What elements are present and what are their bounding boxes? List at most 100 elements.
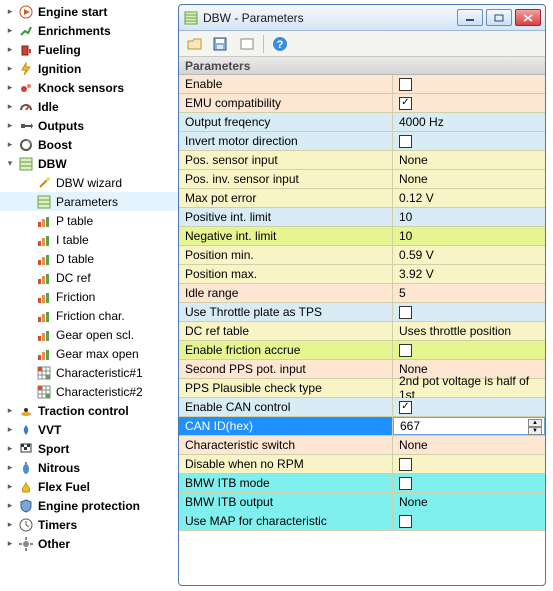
tree-item-vvt[interactable]: ▸ VVT: [0, 420, 178, 439]
param-value-text[interactable]: 667: [400, 419, 420, 433]
snapshot-button[interactable]: [237, 34, 257, 54]
tree-item-characteristic-1[interactable]: Characteristic#1: [0, 363, 178, 382]
checkbox[interactable]: [399, 306, 412, 319]
tree-item-fueling[interactable]: ▸Fueling: [0, 40, 178, 59]
tree-item-boost[interactable]: ▸Boost: [0, 135, 178, 154]
tree-item-label: VVT: [38, 423, 61, 437]
chevron-right-icon[interactable]: ▸: [4, 120, 16, 132]
knock-icon: [18, 80, 34, 96]
tree-item-dbw-wizard[interactable]: DBW wizard: [0, 173, 178, 192]
table-icon: [36, 346, 52, 362]
spin-buttons[interactable]: ▲▼: [528, 419, 542, 433]
param-value[interactable]: [393, 512, 545, 530]
chevron-right-icon[interactable]: ▸: [4, 6, 16, 18]
tree-item-characteristic-2[interactable]: Characteristic#2: [0, 382, 178, 401]
help-button[interactable]: ?: [270, 34, 290, 54]
chevron-right-icon[interactable]: ▸: [4, 519, 16, 531]
chevron-right-icon[interactable]: ▸: [4, 82, 16, 94]
param-value[interactable]: 2nd pot voltage is half of 1st: [393, 379, 545, 397]
param-row: CAN ID(hex)667▲▼: [179, 417, 545, 436]
param-value[interactable]: 5: [393, 284, 545, 302]
param-value[interactable]: [393, 455, 545, 473]
tree-item-p-table[interactable]: P table: [0, 211, 178, 230]
param-value[interactable]: None: [393, 493, 545, 511]
param-value[interactable]: 0.12 V: [393, 189, 545, 207]
tree-item-sport[interactable]: ▸Sport: [0, 439, 178, 458]
checkbox[interactable]: [399, 458, 412, 471]
tree-item-engine-start[interactable]: ▸ Engine start: [0, 2, 178, 21]
param-value[interactable]: [393, 303, 545, 321]
param-value[interactable]: None: [393, 151, 545, 169]
open-button[interactable]: [185, 34, 205, 54]
param-value[interactable]: 4000 Hz: [393, 113, 545, 131]
param-value[interactable]: Uses throttle position: [393, 322, 545, 340]
tree-item-label: Engine start: [38, 5, 107, 19]
chevron-right-icon[interactable]: ▸: [4, 63, 16, 75]
tree-item-ignition[interactable]: ▸Ignition: [0, 59, 178, 78]
tree-item-timers[interactable]: ▸Timers: [0, 515, 178, 534]
chevron-right-icon[interactable]: ▸: [4, 462, 16, 474]
param-label: Characteristic switch: [179, 436, 393, 454]
param-value[interactable]: [393, 341, 545, 359]
chevron-right-icon[interactable]: ▸: [4, 405, 16, 417]
tree-item-other[interactable]: ▸Other: [0, 534, 178, 553]
tree-item-i-table[interactable]: I table: [0, 230, 178, 249]
tree-item-dc-ref[interactable]: DC ref: [0, 268, 178, 287]
checkbox[interactable]: ✓: [399, 97, 412, 110]
param-value[interactable]: None: [393, 436, 545, 454]
param-value[interactable]: 0.59 V: [393, 246, 545, 264]
close-button[interactable]: [515, 9, 541, 26]
param-value[interactable]: ✓: [393, 398, 545, 416]
checkbox[interactable]: [399, 135, 412, 148]
minimize-button[interactable]: [457, 9, 483, 26]
tree-item-idle[interactable]: ▸Idle: [0, 97, 178, 116]
param-value[interactable]: [393, 132, 545, 150]
tree-item-friction[interactable]: Friction: [0, 287, 178, 306]
checkbox[interactable]: [399, 344, 412, 357]
param-value[interactable]: ✓: [393, 94, 545, 112]
checkbox[interactable]: ✓: [399, 401, 412, 414]
param-row: Position min.0.59 V: [179, 246, 545, 265]
checkbox[interactable]: [399, 515, 412, 528]
tree-item-enrichments[interactable]: ▸Enrichments: [0, 21, 178, 40]
param-value[interactable]: [393, 75, 545, 93]
titlebar[interactable]: DBW - Parameters: [179, 5, 545, 31]
chevron-right-icon[interactable]: ▸: [4, 481, 16, 493]
param-value[interactable]: 10: [393, 227, 545, 245]
param-value[interactable]: 667 ▲▼: [393, 417, 545, 435]
tree-item-parameters[interactable]: Parameters: [0, 192, 178, 211]
tree-item-outputs[interactable]: ▸Outputs: [0, 116, 178, 135]
checkbox[interactable]: [399, 78, 412, 91]
chevron-right-icon[interactable]: ▸: [4, 500, 16, 512]
param-value[interactable]: [393, 474, 545, 492]
chevron-right-icon[interactable]: ▸: [4, 101, 16, 113]
tree-item-friction-char-[interactable]: Friction char.: [0, 306, 178, 325]
maximize-button[interactable]: [486, 9, 512, 26]
param-label: Pos. sensor input: [179, 151, 393, 169]
chevron-right-icon[interactable]: ▸: [4, 424, 16, 436]
tree-item-gear-open-scl-[interactable]: Gear open scl.: [0, 325, 178, 344]
chevron-down-icon[interactable]: ▾: [4, 158, 16, 170]
tree-item-label: Knock sensors: [38, 81, 124, 95]
tree-item-flex-fuel[interactable]: ▸Flex Fuel: [0, 477, 178, 496]
tree-item-knock-sensors[interactable]: ▸ Knock sensors: [0, 78, 178, 97]
tree-item-engine-protection[interactable]: ▸Engine protection: [0, 496, 178, 515]
chevron-right-icon[interactable]: ▸: [4, 139, 16, 151]
tree-item-dbw[interactable]: ▾DBW: [0, 154, 178, 173]
chevron-right-icon[interactable]: ▸: [4, 443, 16, 455]
save-button[interactable]: [211, 34, 231, 54]
tree-item-traction-control[interactable]: ▸Traction control: [0, 401, 178, 420]
tree-item-d-table[interactable]: D table: [0, 249, 178, 268]
chevron-right-icon[interactable]: ▸: [4, 44, 16, 56]
grid-icon: [36, 365, 52, 381]
tree-item-gear-max-open[interactable]: Gear max open: [0, 344, 178, 363]
chevron-right-icon[interactable]: ▸: [4, 25, 16, 37]
param-value[interactable]: 10: [393, 208, 545, 226]
chevron-right-icon[interactable]: ▸: [4, 538, 16, 550]
table-icon: [36, 327, 52, 343]
checkbox[interactable]: [399, 477, 412, 490]
tree-item-nitrous[interactable]: ▸Nitrous: [0, 458, 178, 477]
param-value[interactable]: None: [393, 170, 545, 188]
param-value[interactable]: 3.92 V: [393, 265, 545, 283]
param-row: Pos. inv. sensor inputNone: [179, 170, 545, 189]
